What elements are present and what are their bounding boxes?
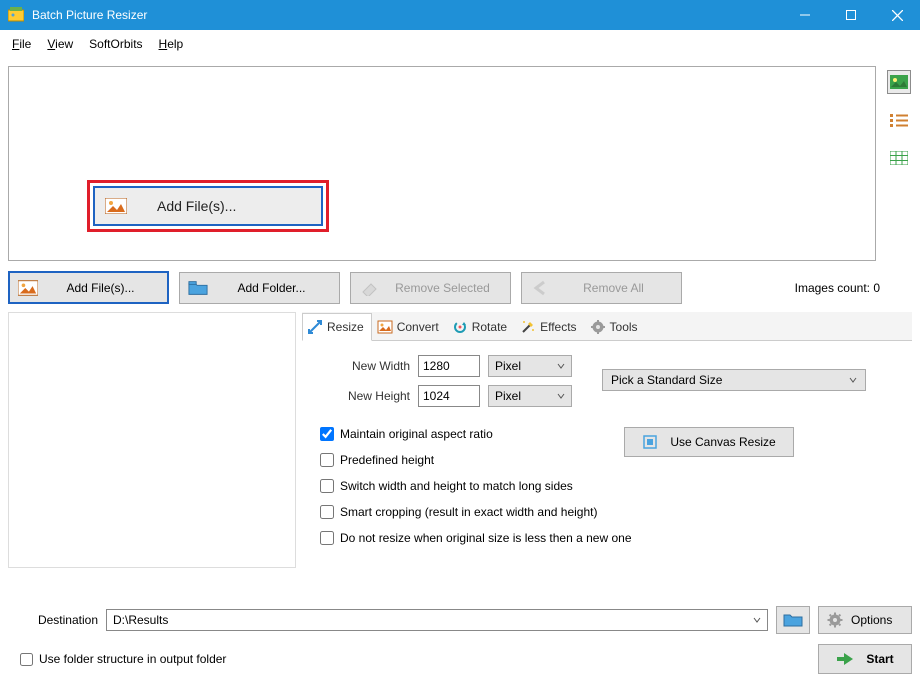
remove-selected-label: Remove Selected xyxy=(391,281,504,295)
menu-file[interactable]: File xyxy=(4,33,39,55)
preview-panel xyxy=(8,312,296,568)
smart-crop-checkbox[interactable] xyxy=(320,505,334,519)
tab-convert[interactable]: Convert xyxy=(372,312,447,340)
add-folder-button[interactable]: Add Folder... xyxy=(179,272,340,304)
minimize-button[interactable] xyxy=(782,0,828,30)
switch-wh-checkbox[interactable] xyxy=(320,479,334,493)
window-title: Batch Picture Resizer xyxy=(32,8,782,22)
chevron-down-icon xyxy=(557,362,565,370)
add-folder-label: Add Folder... xyxy=(220,281,333,295)
view-grid-button[interactable] xyxy=(887,146,911,170)
menubar: File View SoftOrbits Help xyxy=(0,30,920,58)
list-icon xyxy=(890,113,908,127)
effects-icon xyxy=(520,319,536,335)
settings-tabs: Resize Convert Rotate Effects Tools xyxy=(302,312,912,341)
canvas-resize-button[interactable]: Use Canvas Resize xyxy=(624,427,794,457)
browse-folder-button[interactable] xyxy=(776,606,810,634)
tab-resize[interactable]: Resize xyxy=(302,313,372,341)
no-resize-smaller-checkbox[interactable] xyxy=(320,531,334,545)
images-count: Images count: 0 xyxy=(795,281,912,295)
gear-icon xyxy=(827,612,843,628)
folder-open-icon xyxy=(783,612,803,628)
tab-rotate[interactable]: Rotate xyxy=(447,312,515,340)
tools-icon xyxy=(590,319,606,335)
eraser-icon xyxy=(359,280,379,296)
tab-effects[interactable]: Effects xyxy=(515,312,584,340)
maximize-button[interactable] xyxy=(828,0,874,30)
grid-icon xyxy=(890,151,908,165)
view-mode-tools xyxy=(886,66,912,261)
image-drop-area[interactable]: Add File(s)... xyxy=(8,66,876,261)
maintain-aspect-checkbox[interactable] xyxy=(320,427,334,441)
new-height-input[interactable] xyxy=(418,385,480,407)
view-thumbnails-button[interactable] xyxy=(887,70,911,94)
close-button[interactable] xyxy=(874,0,920,30)
start-arrow-icon xyxy=(836,652,854,666)
folder-icon xyxy=(188,280,208,296)
canvas-icon xyxy=(642,434,658,450)
menu-help[interactable]: Help xyxy=(151,33,192,55)
remove-all-label: Remove All xyxy=(562,281,675,295)
titlebar: Batch Picture Resizer xyxy=(0,0,920,30)
menu-view[interactable]: View xyxy=(39,33,81,55)
destination-label: Destination xyxy=(8,613,98,627)
chevron-down-icon xyxy=(753,616,761,624)
options-button[interactable]: Options xyxy=(818,606,912,634)
delete-all-icon xyxy=(530,280,550,296)
start-button[interactable]: Start xyxy=(818,644,912,674)
predefined-height-checkbox[interactable] xyxy=(320,453,334,467)
add-files-hero-button[interactable]: Add File(s)... xyxy=(93,186,323,226)
picture-icon xyxy=(18,280,38,296)
thumbnail-icon xyxy=(890,75,908,89)
height-unit-select[interactable]: Pixel xyxy=(488,385,572,407)
new-width-input[interactable] xyxy=(418,355,480,377)
app-icon xyxy=(8,7,24,23)
destination-combo[interactable]: D:\Results xyxy=(106,609,768,631)
remove-selected-button: Remove Selected xyxy=(350,272,511,304)
resize-icon xyxy=(307,319,323,335)
add-files-hero-label: Add File(s)... xyxy=(157,198,236,214)
add-files-highlight: Add File(s)... xyxy=(87,180,329,232)
use-folder-structure-checkbox[interactable] xyxy=(20,653,33,666)
chevron-down-icon xyxy=(557,392,565,400)
add-files-button[interactable]: Add File(s)... xyxy=(8,271,169,304)
menu-softorbits[interactable]: SoftOrbits xyxy=(81,33,150,55)
picture-icon xyxy=(105,198,127,214)
add-files-label: Add File(s)... xyxy=(50,281,161,295)
chevron-down-icon xyxy=(849,376,857,384)
view-list-button[interactable] xyxy=(887,108,911,132)
remove-all-button: Remove All xyxy=(521,272,682,304)
settings-panel: Resize Convert Rotate Effects Tools xyxy=(302,312,912,568)
new-width-label: New Width xyxy=(334,359,410,373)
new-height-label: New Height xyxy=(334,389,410,403)
standard-size-select[interactable]: Pick a Standard Size xyxy=(602,369,866,391)
rotate-icon xyxy=(452,319,468,335)
tab-tools[interactable]: Tools xyxy=(585,312,646,340)
width-unit-select[interactable]: Pixel xyxy=(488,355,572,377)
convert-icon xyxy=(377,319,393,335)
